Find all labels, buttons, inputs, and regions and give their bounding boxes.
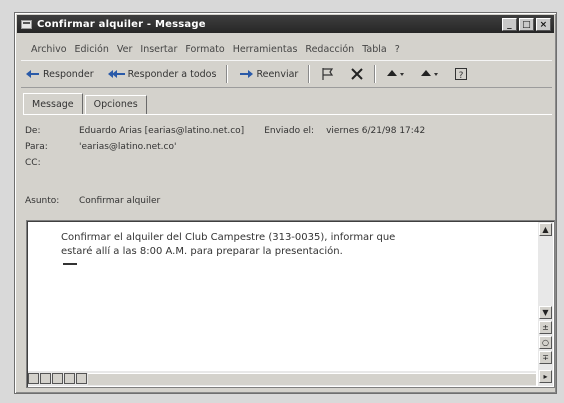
- outline-view-icon[interactable]: [64, 373, 75, 384]
- delete-icon: [351, 68, 364, 80]
- menu-formato[interactable]: Formato: [185, 44, 224, 55]
- help-button[interactable]: ?: [450, 65, 472, 83]
- print-layout-view-icon[interactable]: [52, 373, 63, 384]
- tab-options[interactable]: Opciones: [84, 95, 147, 114]
- from-label: De:: [25, 126, 41, 136]
- previous-item-button[interactable]: [382, 66, 410, 82]
- sent-value: viernes 6/21/98 17:42: [326, 126, 426, 136]
- toolbar-separator: [374, 65, 377, 83]
- subject-label: Asunto:: [25, 196, 60, 206]
- cc-label: CC:: [25, 158, 41, 168]
- envelope-icon: [21, 19, 32, 29]
- forward-icon: [240, 70, 254, 78]
- to-label: Para:: [25, 142, 48, 152]
- message-body[interactable]: Confirmar el alquiler del Club Campestre…: [26, 220, 555, 388]
- select-browse-object-button[interactable]: ○: [539, 336, 552, 349]
- reply-icon: [26, 70, 39, 78]
- to-value[interactable]: 'earias@latino.net.co': [79, 142, 176, 152]
- delete-button[interactable]: [346, 65, 368, 83]
- scroll-down-button[interactable]: ▼: [539, 306, 552, 319]
- maximize-button[interactable]: □: [519, 17, 534, 31]
- reply-button[interactable]: Responder: [21, 66, 98, 82]
- cc-row: CC:: [25, 158, 79, 168]
- flag-button[interactable]: [316, 65, 340, 83]
- from-value: Eduardo Arias [earias@latino.net.co]: [79, 126, 245, 136]
- reply-all-label: Responder a todos: [127, 68, 217, 80]
- vertical-scrollbar[interactable]: ▲ ▼ ± ○ ∓ ▸: [538, 222, 553, 386]
- menu-archivo[interactable]: Archivo: [31, 44, 67, 55]
- message-line: estaré allí a las 8:00 A.M. para prepara…: [61, 246, 343, 257]
- menu-ver[interactable]: Ver: [117, 44, 133, 55]
- menu-tabla[interactable]: Tabla: [362, 44, 387, 55]
- menu-edicion[interactable]: Edición: [75, 44, 109, 55]
- sent-label: Enviado el:: [264, 126, 315, 136]
- menu-insertar[interactable]: Insertar: [140, 44, 177, 55]
- menu-redaccion[interactable]: Redacción: [305, 44, 354, 55]
- scroll-up-button[interactable]: ▲: [539, 223, 552, 236]
- text-cursor: [63, 263, 77, 265]
- window-title: Confirmar alquiler - Message: [37, 18, 206, 30]
- svg-text:?: ?: [459, 71, 464, 81]
- message-window: Confirmar alquiler - Message _ □ × Archi…: [14, 12, 557, 394]
- toolbar-separator: [308, 65, 311, 83]
- scroll-left-button[interactable]: [76, 373, 87, 384]
- title-bar: Confirmar alquiler - Message _ □ ×: [17, 15, 554, 33]
- previous-page-button[interactable]: ±: [539, 321, 552, 334]
- tab-divider: [23, 114, 552, 115]
- flag-icon: [322, 68, 334, 80]
- subject-row: Asunto: Confirmar alquiler: [25, 196, 160, 206]
- message-line: Confirmar el alquiler del Club Campestre…: [61, 232, 396, 243]
- from-row: De: Eduardo Arias [earias@latino.net.co]…: [25, 126, 425, 136]
- forward-button[interactable]: Reenviar: [234, 66, 302, 82]
- arrow-up-icon: [387, 70, 405, 76]
- normal-view-icon[interactable]: [28, 373, 39, 384]
- horizontal-scroll-track[interactable]: [88, 372, 536, 385]
- next-item-button[interactable]: [416, 66, 444, 82]
- arrow-down-icon: [421, 70, 439, 76]
- close-button[interactable]: ×: [536, 17, 551, 31]
- subject-value: Confirmar alquiler: [79, 196, 161, 206]
- scroll-right-button[interactable]: ▸: [539, 370, 552, 383]
- message-text: Confirmar el alquiler del Club Campestre…: [61, 231, 501, 259]
- menu-herramientas[interactable]: Herramientas: [233, 44, 298, 55]
- toolbar-separator: [226, 65, 229, 83]
- tab-strip: Message Opciones: [23, 93, 149, 115]
- forward-label: Reenviar: [256, 68, 299, 80]
- help-icon: ?: [455, 68, 468, 81]
- menu-help[interactable]: ?: [395, 44, 400, 55]
- reply-all-icon: [107, 70, 125, 78]
- next-page-button[interactable]: ∓: [539, 351, 552, 364]
- toolbar: Responder Responder a todos Reenviar ?: [21, 60, 552, 88]
- tab-message[interactable]: Message: [23, 93, 83, 114]
- to-row: Para: 'earias@latino.net.co': [25, 142, 176, 152]
- horizontal-scrollbar[interactable]: [28, 371, 536, 386]
- reply-all-button[interactable]: Responder a todos: [104, 66, 221, 82]
- menu-bar: Archivo Edición Ver Insertar Formato Her…: [31, 41, 552, 57]
- minimize-button[interactable]: _: [502, 17, 517, 31]
- reply-label: Responder: [43, 68, 94, 80]
- web-layout-view-icon[interactable]: [40, 373, 51, 384]
